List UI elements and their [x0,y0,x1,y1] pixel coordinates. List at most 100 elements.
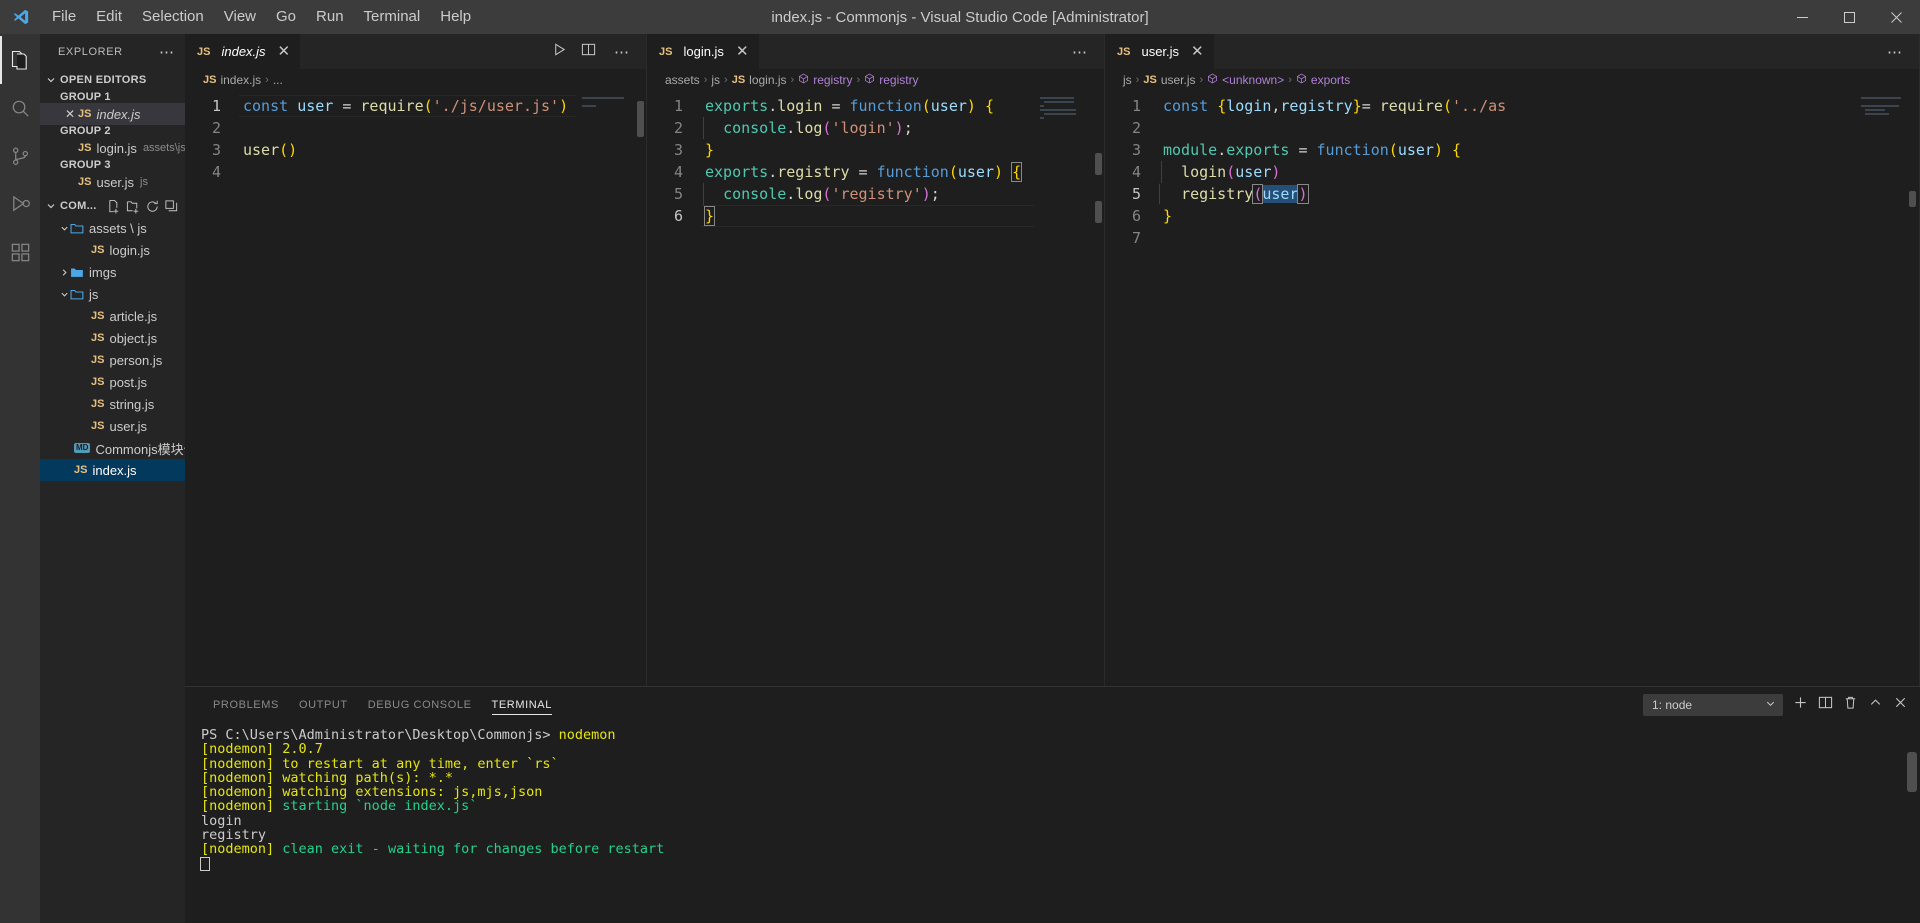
editor-scrollbar[interactable] [1095,153,1102,175]
editor-scrollbar-secondary[interactable] [1095,201,1102,223]
tab-index-js[interactable]: JS index.js ✕ [185,34,301,69]
overview-ruler-3[interactable] [1905,91,1919,686]
menu-view[interactable]: View [214,0,266,34]
new-folder-icon[interactable] [126,199,141,214]
run-icon[interactable] [552,42,567,62]
window-controls[interactable] [1779,0,1920,34]
split-terminal-icon[interactable] [1818,695,1833,715]
close-icon[interactable]: ✕ [62,107,78,121]
breadcrumb-file[interactable]: login.js [749,73,786,87]
close-button[interactable] [1873,0,1920,34]
editor-scrollbar[interactable] [637,101,644,137]
minimap-1[interactable] [576,91,632,686]
terminal-selector-dropdown[interactable]: 1: node [1643,693,1783,716]
search-icon[interactable] [0,84,40,132]
line-number: 4 [1131,163,1141,181]
menu-run[interactable]: Run [306,0,354,34]
more-actions-icon[interactable]: ⋯ [1883,43,1907,61]
tree-file-article-js[interactable]: JS article.js [40,305,185,327]
breadcrumb-1[interactable]: JS index.js › ... [185,69,646,91]
line-content: login(user) [1161,161,1280,183]
menu-selection[interactable]: Selection [132,0,214,34]
menu-go[interactable]: Go [266,0,306,34]
tree-label: article.js [109,308,158,324]
tree-folder-imgs[interactable]: imgs [40,261,185,283]
tab-terminal[interactable]: TERMINAL [482,687,562,722]
breadcrumb-file[interactable]: user.js [1161,73,1196,87]
breadcrumb-file[interactable]: index.js [220,73,261,87]
tree-file-login-js[interactable]: JS login.js [40,239,185,261]
more-actions-icon[interactable]: ⋯ [1068,43,1092,61]
token-function: registry [1181,185,1254,203]
run-debug-icon[interactable] [0,180,40,228]
code-editor-user-js[interactable]: 1 const {login,registry}= require('../as… [1105,91,1855,686]
more-actions-icon[interactable]: ⋯ [610,43,634,61]
tree-label: index.js [92,462,137,478]
extensions-icon[interactable] [0,228,40,276]
menu-terminal[interactable]: Terminal [354,0,431,34]
breadcrumb-symbol[interactable]: registry [879,73,918,87]
menu-help[interactable]: Help [430,0,481,34]
menu-file[interactable]: File [42,0,86,34]
breadcrumb-symbol[interactable]: <unknown> [1222,73,1284,87]
source-control-icon[interactable] [0,132,40,180]
open-editor-user-js[interactable]: JS user.js js [40,171,185,193]
breadcrumb-symbol[interactable]: exports [1311,73,1350,87]
new-terminal-icon[interactable] [1793,695,1808,715]
js-file-icon: JS [91,310,105,322]
kill-terminal-icon[interactable] [1843,695,1858,715]
minimap-2[interactable] [1034,91,1090,686]
breadcrumb-folder[interactable]: js [711,73,720,87]
editor-scrollbar[interactable] [1909,191,1916,207]
close-icon[interactable]: ✕ [736,44,749,59]
menu-bar[interactable]: File Edit Selection View Go Run Terminal… [42,0,481,34]
breadcrumb-symbol[interactable]: ... [273,73,283,87]
terminal-output[interactable]: PS C:\Users\Administrator\Desktop\Common… [185,722,1920,923]
tree-folder-js[interactable]: js [40,283,185,305]
js-file-icon: JS [659,45,673,58]
tab-login-js[interactable]: JS login.js ✕ [647,34,759,69]
minimap-3[interactable] [1855,91,1905,686]
open-editors-section-header[interactable]: OPEN EDITORS [40,69,185,91]
markdown-file-icon: MD [74,443,91,453]
breadcrumb-folder[interactable]: assets [665,73,700,87]
workspace-section-header[interactable]: COM... [40,195,185,217]
tree-folder-assets[interactable]: assets \ js [40,217,185,239]
open-editor-index-js[interactable]: ✕ JS index.js [40,103,185,125]
tree-file-commonjs-md[interactable]: MD Commonjs模块化... [40,437,207,459]
new-file-icon[interactable] [107,199,122,214]
code-editor-index-js[interactable]: 1 const user = require('./js/user.js') 2… [185,91,576,686]
sidebar-more-icon[interactable]: ⋯ [155,43,179,61]
tree-file-person-js[interactable]: JS person.js [40,349,185,371]
collapse-all-icon[interactable] [164,199,179,214]
tree-file-post-js[interactable]: JS post.js [40,371,185,393]
maximize-button[interactable] [1826,0,1873,34]
tree-file-index-js[interactable]: JS index.js [40,459,185,481]
tab-output[interactable]: OUTPUT [289,687,358,722]
tab-problems[interactable]: PROBLEMS [203,687,289,722]
open-editor-login-js[interactable]: JS login.js assets\js [40,137,186,159]
refresh-icon[interactable] [145,199,160,214]
close-icon[interactable]: ✕ [278,44,291,59]
overview-ruler-1[interactable] [632,91,646,686]
close-icon[interactable]: ✕ [1191,44,1204,59]
breadcrumb-symbol[interactable]: registry [813,73,852,87]
close-panel-icon[interactable] [1893,695,1908,715]
explorer-icon[interactable] [0,36,40,84]
tree-file-user-js[interactable]: JS user.js [40,415,185,437]
chevron-up-icon[interactable] [1868,695,1883,715]
overview-ruler-2[interactable] [1090,91,1104,686]
open-editors-label: OPEN EDITORS [60,74,147,86]
breadcrumb-2[interactable]: assets › js › JS login.js › registry › r… [647,69,1104,91]
tab-debug-console[interactable]: DEBUG CONSOLE [358,687,482,722]
code-editor-login-js[interactable]: 1 exports.login = function(user) { 2 con… [647,91,1034,686]
tree-file-string-js[interactable]: JS string.js [40,393,185,415]
breadcrumb-3[interactable]: js › JS user.js › <unknown> › exports [1105,69,1919,91]
minimize-button[interactable] [1779,0,1826,34]
terminal-scrollbar[interactable] [1907,752,1917,792]
menu-edit[interactable]: Edit [86,0,132,34]
breadcrumb-folder[interactable]: js [1123,73,1132,87]
tree-file-object-js[interactable]: JS object.js [40,327,185,349]
split-editor-icon[interactable] [581,42,596,62]
tab-user-js[interactable]: JS user.js ✕ [1105,34,1214,69]
